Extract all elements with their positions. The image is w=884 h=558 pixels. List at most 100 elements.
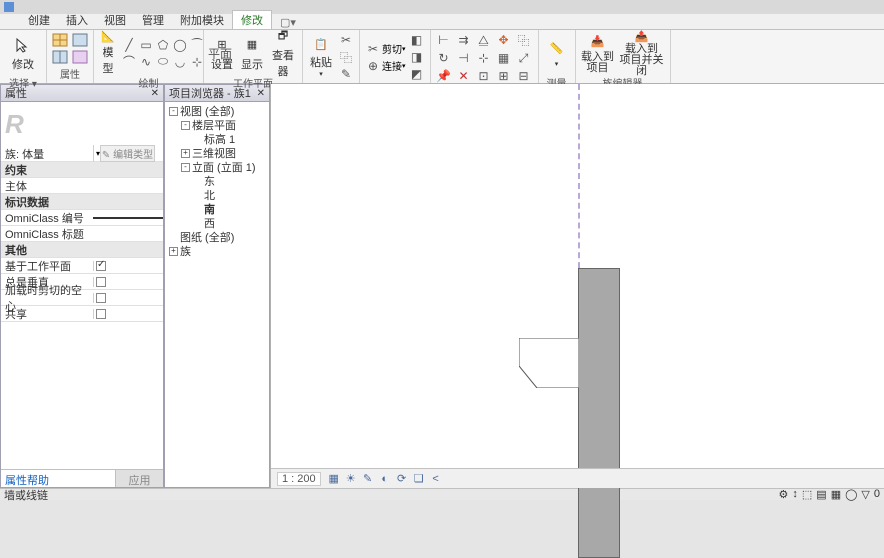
- mod-del-icon[interactable]: ✕: [455, 68, 473, 84]
- mod-trim-icon[interactable]: ⊣: [455, 50, 473, 66]
- vc-detail-icon[interactable]: ▦: [327, 472, 341, 486]
- draw-spline-icon[interactable]: ∿: [137, 54, 155, 70]
- menu-create[interactable]: 创建: [20, 11, 58, 29]
- section-constraints[interactable]: 约束: [1, 162, 163, 178]
- tree-item[interactable]: 图纸 (全部): [167, 230, 267, 244]
- tree-item[interactable]: 北: [167, 188, 267, 202]
- prop-omni-num-value[interactable]: [93, 217, 163, 219]
- prop-wp-based-check[interactable]: [96, 261, 106, 271]
- section-identity[interactable]: 标识数据: [1, 194, 163, 210]
- mod-rotate-icon[interactable]: ↻: [435, 50, 453, 66]
- geom-i2-icon[interactable]: ◨: [408, 49, 426, 65]
- edit-type-button[interactable]: ✎ 编辑类型: [100, 145, 155, 162]
- tree-item[interactable]: +三维视图: [167, 146, 267, 160]
- load-close-button[interactable]: 📤载入到 项目并关闭: [618, 32, 666, 74]
- sb-i3-icon[interactable]: ⬚: [802, 488, 812, 501]
- measure-button[interactable]: 📏▾: [543, 32, 571, 74]
- draw-ell-icon[interactable]: ⬭: [154, 54, 172, 70]
- mod-mirror-icon[interactable]: ⧋: [475, 32, 493, 48]
- mod-offset-icon[interactable]: ⇉: [455, 32, 473, 48]
- copy-icon[interactable]: ⿻: [337, 49, 355, 65]
- scale-control[interactable]: 1 : 200: [277, 472, 321, 486]
- menu-manage[interactable]: 管理: [134, 11, 172, 29]
- sb-i6-icon[interactable]: ◯: [845, 488, 857, 501]
- tree-item[interactable]: -楼层平面: [167, 118, 267, 132]
- app-icon: [4, 2, 14, 12]
- props-help-link[interactable]: 属性帮助: [1, 470, 115, 487]
- prop-vertical-check[interactable]: [96, 277, 106, 287]
- mod-array-icon[interactable]: ▦: [495, 50, 513, 66]
- tree-toggle-icon[interactable]: -: [169, 107, 178, 116]
- mod-copy-icon[interactable]: ⿻: [515, 32, 533, 48]
- sb-i1-icon[interactable]: ⚙: [779, 488, 789, 501]
- type-preview: R: [1, 102, 163, 146]
- sb-i5-icon[interactable]: ▦: [831, 488, 841, 501]
- tree-toggle-icon[interactable]: -: [181, 121, 190, 130]
- wp-show-button[interactable]: ▦显示: [238, 32, 266, 74]
- menu-view[interactable]: 视图: [96, 11, 134, 29]
- draw-rect-icon[interactable]: ▭: [137, 37, 155, 53]
- tree-item[interactable]: 东: [167, 174, 267, 188]
- paste-button[interactable]: 📋粘贴▾: [307, 36, 335, 78]
- prop-shared-check[interactable]: [96, 309, 106, 319]
- mod-e3-icon[interactable]: ⊟: [515, 68, 533, 84]
- sb-i2-icon[interactable]: ↕: [792, 488, 798, 501]
- tree-item[interactable]: 标高 1: [167, 132, 267, 146]
- cut-icon[interactable]: ✂: [337, 32, 355, 48]
- load-project-button[interactable]: 📥载入到 项目: [580, 32, 616, 74]
- wp-viewer-button[interactable]: 🗗查看器: [268, 32, 298, 74]
- wp-set-button[interactable]: ⊞设置: [208, 32, 236, 74]
- geom-cut-icon[interactable]: ✂: [364, 41, 382, 57]
- draw-parc-icon[interactable]: ◡: [171, 54, 189, 70]
- tree-toggle-icon[interactable]: -: [181, 163, 190, 172]
- tree-toggle-icon[interactable]: +: [181, 149, 190, 158]
- vc-hide-icon[interactable]: ❏: [412, 472, 426, 486]
- ribbon-panel-measure: 📏▾ 测量: [539, 30, 576, 83]
- tree-item[interactable]: -立面 (立面 1): [167, 160, 267, 174]
- menu-modify[interactable]: 修改: [232, 10, 272, 29]
- geom-join-icon[interactable]: ⊕: [364, 58, 382, 74]
- model-button[interactable]: 📐 模型: [98, 32, 118, 74]
- mod-pin-icon[interactable]: 📌: [435, 68, 453, 84]
- tree-toggle-icon[interactable]: +: [169, 247, 178, 256]
- mod-move-icon[interactable]: ✥: [495, 32, 513, 48]
- tree-item[interactable]: 西: [167, 216, 267, 230]
- prop-grid4-icon[interactable]: [71, 49, 89, 65]
- sb-i4-icon[interactable]: ▤: [816, 488, 826, 501]
- match-icon[interactable]: ✎: [337, 66, 355, 82]
- sb-i7-icon[interactable]: ▽: [861, 488, 869, 501]
- props-apply-button[interactable]: 应用: [115, 470, 163, 487]
- mod-e2-icon[interactable]: ⊞: [495, 68, 513, 84]
- prop-cutvoid-check[interactable]: [96, 293, 106, 303]
- geom-i3-icon[interactable]: ◩: [408, 66, 426, 82]
- tree-item[interactable]: +族: [167, 244, 267, 258]
- tree-item[interactable]: -视图 (全部): [167, 104, 267, 118]
- vc-shadow-icon[interactable]: ✎: [361, 472, 375, 486]
- vc-reveal-icon[interactable]: <: [429, 472, 443, 486]
- vc-crop-icon[interactable]: ◐: [378, 472, 392, 486]
- draw-arc2-icon[interactable]: ⌒: [120, 54, 138, 70]
- section-other[interactable]: 其他: [1, 242, 163, 258]
- mod-e1-icon[interactable]: ⊡: [475, 68, 493, 84]
- menu-insert[interactable]: 插入: [58, 11, 96, 29]
- mod-split-icon[interactable]: ⊹: [475, 50, 493, 66]
- mass-rect-shape[interactable]: [578, 268, 620, 558]
- geom-i1-icon[interactable]: ◧: [408, 32, 426, 48]
- tree-item[interactable]: 南: [167, 202, 267, 216]
- mod-scale-icon[interactable]: ⤢: [515, 50, 533, 66]
- prop-grid1-icon[interactable]: [51, 32, 69, 48]
- draw-circ-icon[interactable]: ◯: [171, 37, 189, 53]
- draw-line-icon[interactable]: ╱: [120, 37, 138, 53]
- vc-refresh-icon[interactable]: ⟳: [395, 472, 409, 486]
- prop-grid3-icon[interactable]: [71, 32, 89, 48]
- menu-addin[interactable]: 附加模块: [172, 11, 232, 29]
- prop-grid2-icon[interactable]: [51, 49, 69, 65]
- vc-sun-icon[interactable]: ☀: [344, 472, 358, 486]
- sb-i8-icon[interactable]: 0: [874, 488, 880, 501]
- draw-poly-icon[interactable]: ⬠: [154, 37, 172, 53]
- mod-align-icon[interactable]: ⊢: [435, 32, 453, 48]
- family-name[interactable]: 族: 体量: [1, 146, 93, 162]
- drawing-canvas[interactable]: 1 : 200 ▦ ☀ ✎ ◐ ⟳ ❏ <: [270, 84, 884, 488]
- modify-button[interactable]: 修改: [4, 32, 42, 74]
- sketch-polygon[interactable]: [519, 338, 579, 388]
